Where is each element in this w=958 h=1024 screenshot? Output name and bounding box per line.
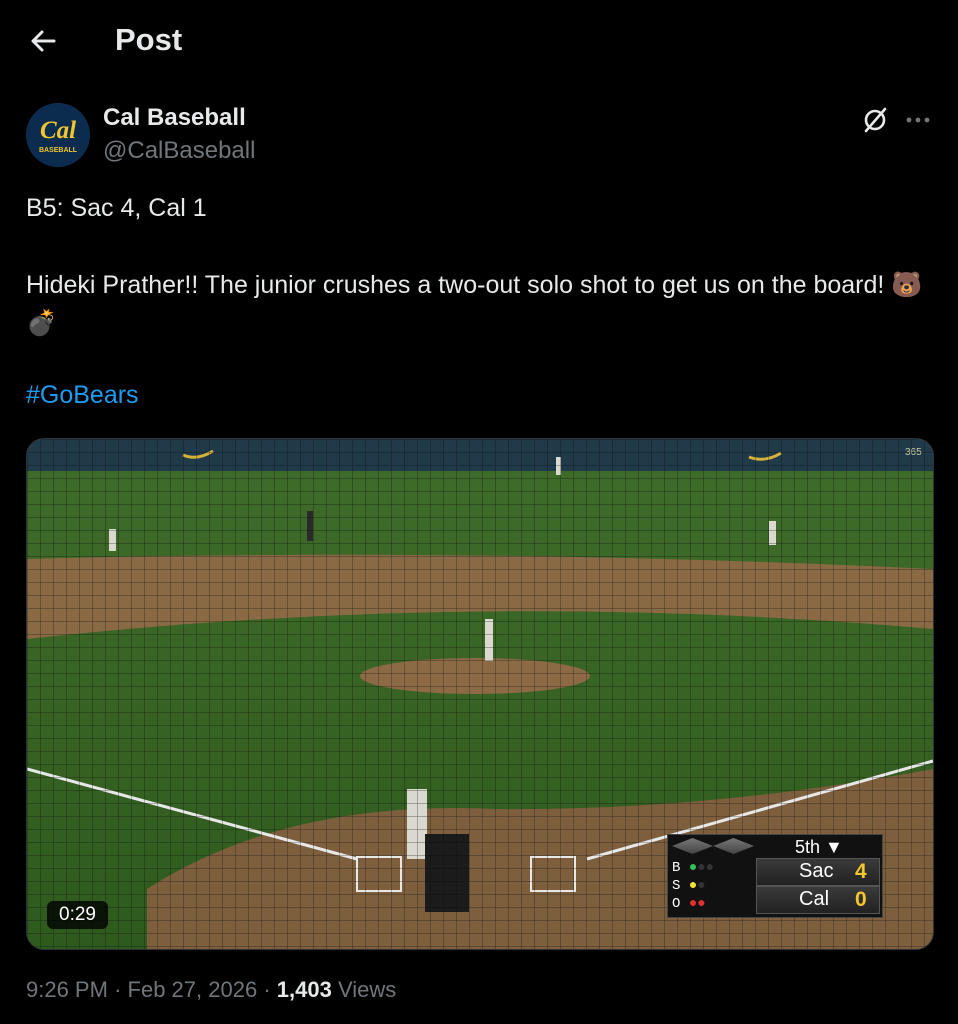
post-header: Post [0,0,958,82]
inning-bottom-icon: ▼ [825,837,843,857]
more-options-button[interactable] [900,103,936,137]
back-button[interactable] [26,24,60,58]
count-labels: B ●●● S ●● O ●● [672,860,715,912]
post-time[interactable]: 9:26 PM [26,977,108,1002]
video-duration: 0:29 [47,901,108,929]
display-name[interactable]: Cal Baseball [103,104,246,132]
hashtag-link[interactable]: #GoBears [26,381,139,410]
meta-separator: · [114,977,122,1002]
video-player[interactable]: 365 5th ▼ [26,438,934,950]
tweet-text-line-1: B5: Sac 4, Cal 1 [26,194,207,222]
team-row-sac: Sac 4 [756,858,880,886]
views-label: Views [337,977,397,1002]
svg-text:BASEBALL: BASEBALL [39,147,78,154]
more-horizontal-icon [906,117,930,123]
post-meta: 9:26 PM · Feb 27, 2026 · 1,403 Views [26,977,396,1003]
post-date[interactable]: Feb 27, 2026 [128,977,258,1002]
cal-logo-icon: Cal BASEBALL [26,103,90,167]
scoreboard: 5th ▼ B ●●● S ●● O ●● Sac 4 Cal 0 [667,834,883,918]
tweet-text-line-2: Hideki Prather!! The junior crushes a tw… [26,271,923,337]
arrow-left-icon [31,30,56,52]
meta-separator: · [263,977,271,1002]
grok-button[interactable] [858,103,892,137]
inning-label: 5th ▼ [795,837,843,857]
svg-text:Cal: Cal [40,117,76,144]
diamond-graphic [672,838,754,854]
views-count[interactable]: 1,403 [277,977,332,1002]
team-row-cal: Cal 0 [756,886,880,914]
grok-icon [864,107,887,133]
avatar[interactable]: Cal BASEBALL [26,103,90,167]
page-title: Post [115,22,183,57]
handle[interactable]: @CalBaseball [103,137,255,165]
